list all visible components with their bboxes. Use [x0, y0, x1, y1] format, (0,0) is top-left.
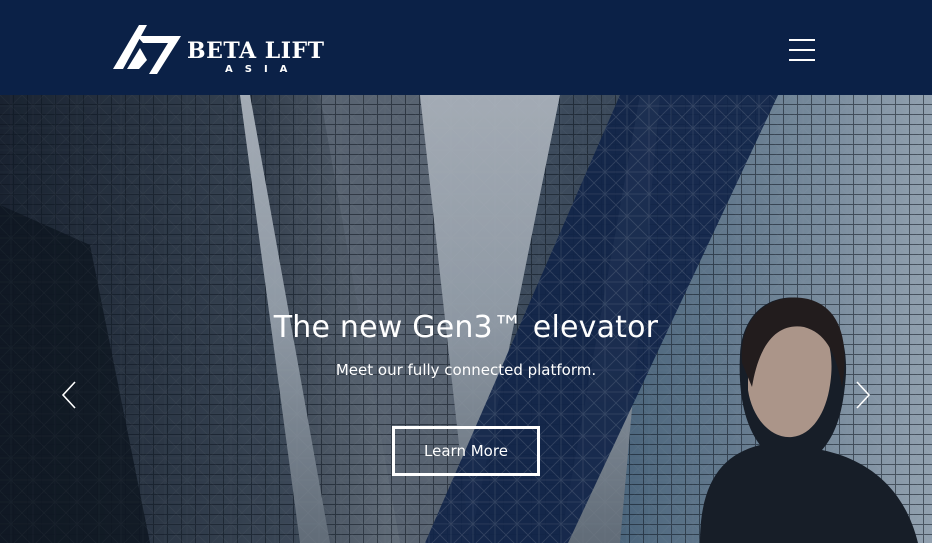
chevron-left-icon	[61, 381, 76, 409]
brand-logo[interactable]: BETA LIFT ASIA	[113, 24, 333, 78]
carousel-prev-button[interactable]	[58, 379, 82, 411]
beta-lift-logo-icon	[113, 25, 181, 74]
chevron-right-icon	[856, 381, 871, 409]
brand-name: BETA LIFT	[187, 38, 325, 64]
hamburger-menu-icon[interactable]	[786, 34, 818, 66]
hero-caption: The new Gen3™ elevator Meet our fully co…	[0, 310, 932, 379]
site-header: BETA LIFT ASIA	[0, 0, 932, 95]
hero-carousel: The new Gen3™ elevator Meet our fully co…	[0, 95, 932, 543]
hero-subtitle: Meet our fully connected platform.	[335, 361, 597, 379]
brand-subtitle: ASIA	[225, 64, 300, 75]
carousel-next-button[interactable]	[850, 379, 874, 411]
hero-title: The new Gen3™ elevator	[273, 310, 659, 345]
learn-more-button[interactable]: Learn More	[392, 426, 540, 476]
